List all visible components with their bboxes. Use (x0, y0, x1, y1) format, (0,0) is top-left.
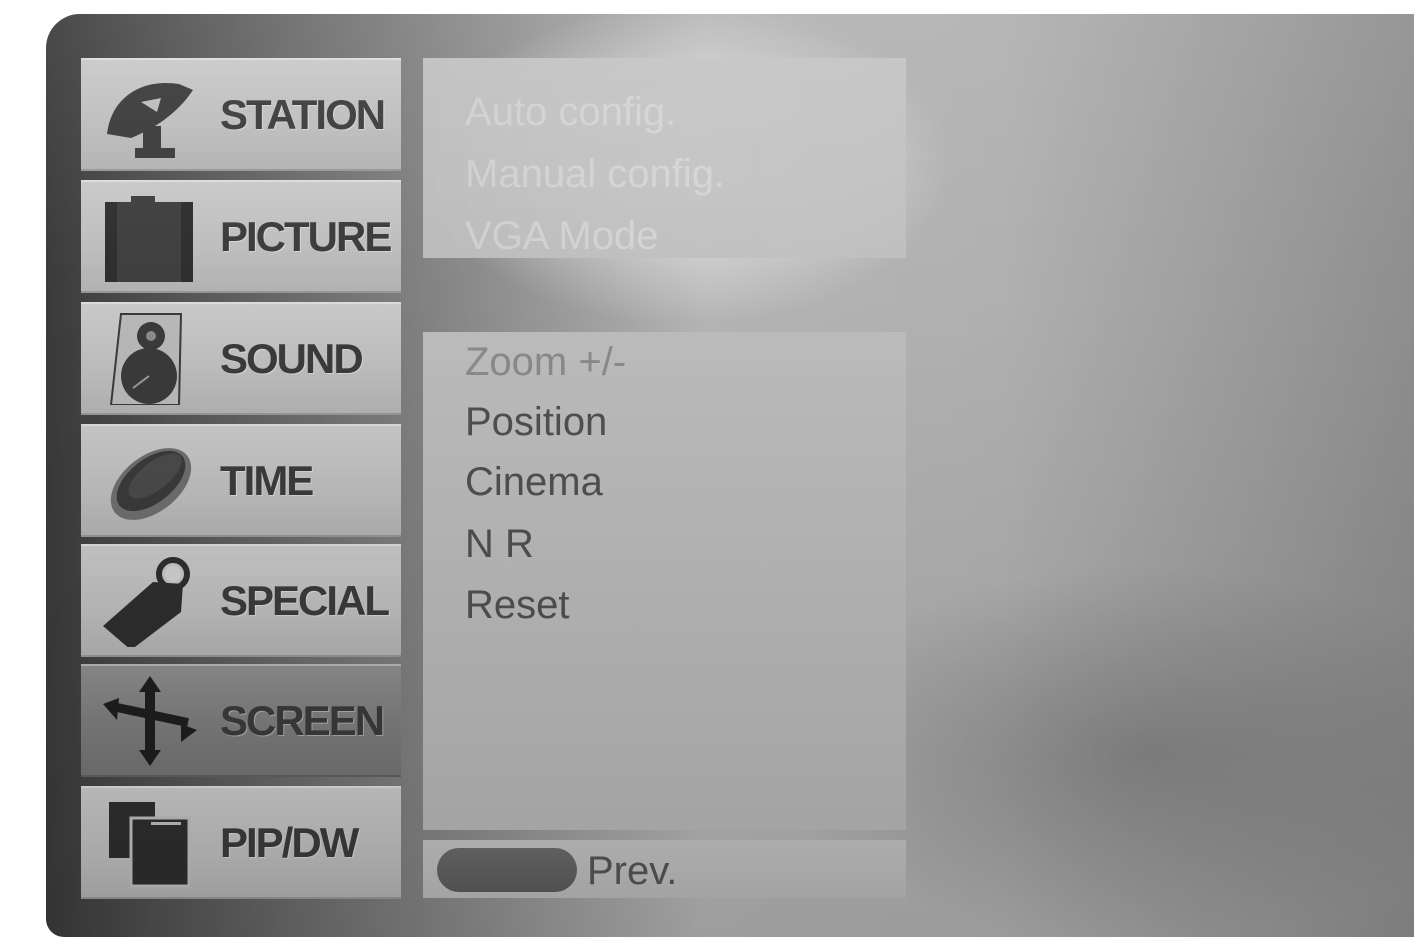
submenu-panel: Zoom +/- Position Cinema N R Reset (423, 332, 906, 830)
prev-button[interactable] (437, 848, 577, 892)
menu-label-special: SPECIAL (220, 576, 390, 624)
tag-key-icon (101, 554, 201, 647)
menu-option-manual-config[interactable]: Manual config. (465, 154, 725, 194)
menu-option-auto-config[interactable]: Auto config. (465, 92, 676, 132)
menu-label-time: TIME (220, 456, 314, 504)
satellite-dish-icon (101, 68, 201, 161)
menu-item-special[interactable]: SPECIAL (81, 544, 401, 657)
menu-label-sound: SOUND (220, 334, 364, 382)
menu-option-nr[interactable]: N R (465, 524, 534, 564)
menu-option-zoom[interactable]: Zoom +/- (465, 342, 626, 382)
menu-option-cinema[interactable]: Cinema (465, 462, 603, 502)
menu-option-position[interactable]: Position (465, 402, 607, 442)
menu-item-picture[interactable]: PICTURE (81, 180, 401, 293)
menu-option-reset[interactable]: Reset (465, 585, 570, 625)
menu-item-time[interactable]: TIME (81, 424, 401, 537)
pip-window-icon (101, 796, 201, 889)
menu-label-screen: SCREEN (220, 696, 385, 744)
menu-option-vga-mode[interactable]: VGA Mode (465, 216, 658, 256)
clock-icon (101, 434, 201, 527)
picture-icon (101, 190, 201, 283)
menu-label-station: STATION (220, 90, 386, 138)
menu-item-sound[interactable]: SOUND (81, 302, 401, 415)
menu-label-pip-dw: PIP/DW (220, 818, 359, 866)
submenu-top-panel: Auto config. Manual config. VGA Mode (423, 58, 906, 258)
menu-item-screen[interactable]: SCREEN (81, 664, 401, 777)
tv-osd-screen: STATION PICTURE SOUND TIME SPECIAL SCREE… (46, 14, 1414, 937)
footer-bar: Prev. (423, 840, 906, 898)
prev-label: Prev. (587, 849, 678, 893)
speaker-icon (101, 312, 201, 405)
menu-label-picture: PICTURE (220, 212, 392, 260)
menu-item-station[interactable]: STATION (81, 58, 401, 171)
move-arrows-icon (101, 674, 201, 767)
menu-item-pip-dw[interactable]: PIP/DW (81, 786, 401, 899)
